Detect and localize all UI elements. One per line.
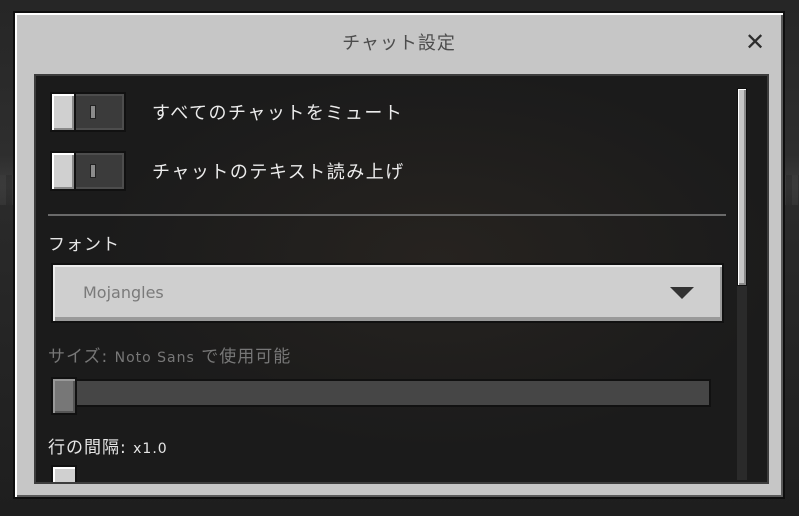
dialog-title: チャット設定 [342, 33, 456, 54]
font-label: フォント [48, 235, 120, 255]
text-to-speech-label: チャットのテキスト読み上げ [152, 162, 405, 183]
scrollbar[interactable] [737, 88, 747, 480]
size-label-prefix: サイズ: [48, 347, 115, 367]
size-label: サイズ: Noto Sans で使用可能 [48, 342, 291, 367]
mute-all-chat-toggle[interactable] [50, 92, 126, 132]
toggle-off-indicator [90, 105, 96, 119]
close-icon[interactable]: ✕ [743, 30, 767, 54]
font-dropdown[interactable]: Mojangles [51, 263, 724, 323]
size-label-font: Noto Sans [114, 350, 195, 366]
text-to-speech-row: チャットのテキスト読み上げ [50, 151, 405, 191]
font-dropdown-value: Mojangles [83, 283, 164, 302]
line-spacing-label: 行の間隔: x1.0 [48, 433, 168, 458]
chevron-down-icon [670, 287, 694, 299]
text-to-speech-toggle[interactable] [50, 151, 126, 191]
size-label-suffix: で使用可能 [194, 347, 292, 367]
toggle-off-indicator [90, 164, 96, 178]
section-divider [48, 214, 726, 216]
size-slider[interactable] [51, 377, 711, 415]
line-spacing-value: x1.0 [133, 441, 168, 457]
mute-all-chat-label: すべてのチャットをミュート [152, 103, 404, 124]
size-slider-handle[interactable] [51, 377, 77, 415]
scrollbar-thumb[interactable] [737, 88, 747, 286]
line-spacing-slider-handle[interactable] [51, 465, 77, 482]
chat-settings-dialog: チャット設定 ✕ すべてのチャットをミュート チャットのテキスト読み上げ フォン… [13, 11, 785, 499]
toggle-knob [50, 151, 76, 191]
line-spacing-label-text: 行の間隔: [48, 438, 134, 458]
settings-panel: すべてのチャットをミュート チャットのテキスト読み上げ フォント Mojangl… [34, 74, 769, 484]
mute-all-chat-row: すべてのチャットをミュート [50, 92, 403, 132]
toggle-knob [50, 92, 76, 132]
